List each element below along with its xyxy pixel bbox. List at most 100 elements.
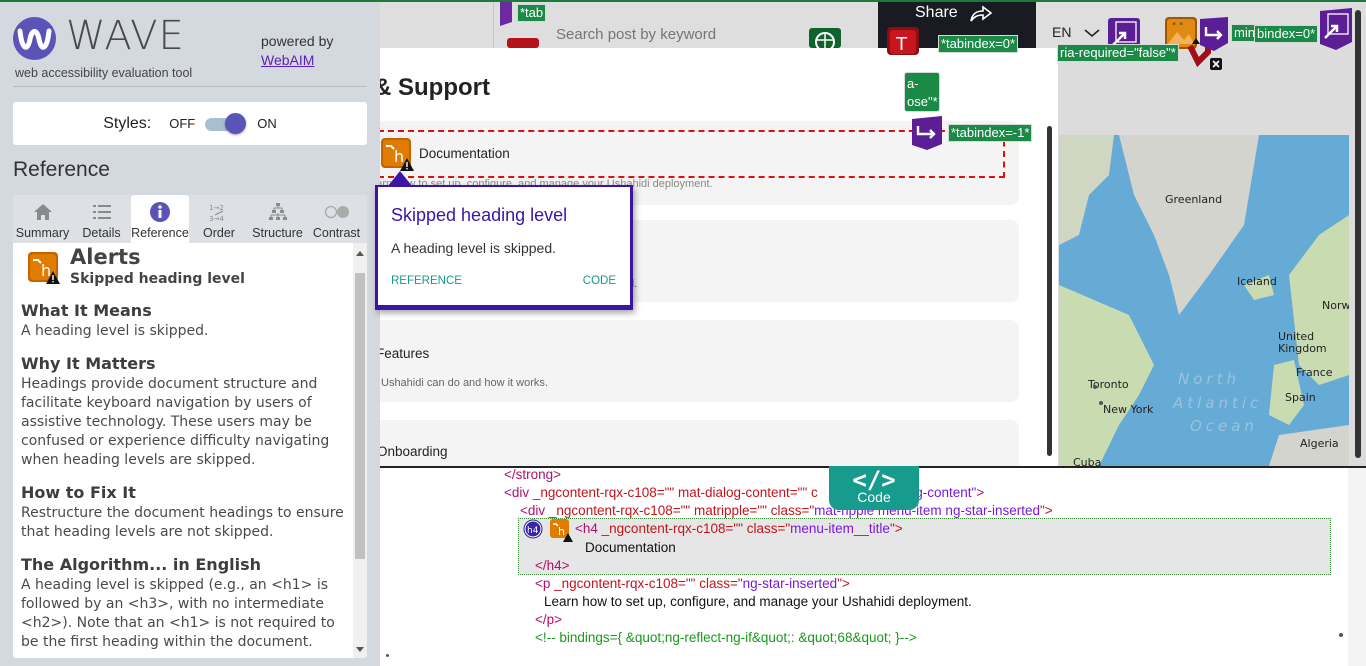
code-line: </p> xyxy=(535,612,563,627)
tabindex-label: bindex=0* xyxy=(1254,25,1319,43)
code-value: ng-star-inserted xyxy=(742,576,838,591)
wave-sidebar: WAVE web accessibility evaluation tool p… xyxy=(0,2,380,666)
code-line: Documentation xyxy=(585,540,676,555)
styles-on-label: ON xyxy=(257,116,277,131)
toggle-knob[interactable] xyxy=(225,112,247,134)
tabindex-label: *tab xyxy=(517,4,547,22)
map-ocean-label: North xyxy=(1178,370,1240,388)
code-line: <h4 _ngcontent-rqx-c108="" class="menu-i… xyxy=(575,520,903,538)
menu-item-features[interactable]: Features Ushahidi can do and how it work… xyxy=(380,320,1019,402)
styles-toggle[interactable] xyxy=(205,112,247,134)
aria-label-part: ose"* xyxy=(907,94,938,109)
tabindex-badge-icon[interactable] xyxy=(500,2,512,26)
tab-summary[interactable]: Summary xyxy=(13,195,72,243)
code-line: Learn how to set up, configure, and mana… xyxy=(544,594,972,609)
section-title: How to Fix It xyxy=(21,483,136,502)
map-ocean-label: Atlantic xyxy=(1173,394,1263,412)
code-tag: > xyxy=(976,485,985,500)
code-scrollbar[interactable] xyxy=(1348,468,1366,666)
brand-subtitle: web accessibility evaluation tool xyxy=(15,66,193,80)
webaim-link[interactable]: WebAIM xyxy=(261,51,333,70)
share-label: Share xyxy=(915,4,958,21)
powered-by-text: powered by xyxy=(261,33,334,49)
language-selector[interactable]: EN xyxy=(1052,24,1071,40)
aria-label-part: a- xyxy=(907,76,919,91)
scroll-down-icon[interactable] xyxy=(356,647,364,652)
code-tag: "> xyxy=(837,576,850,591)
skipped-heading-alert-icon[interactable]: h xyxy=(549,518,573,542)
code-tag: <p xyxy=(535,576,551,591)
page-scrollbar[interactable] xyxy=(1355,10,1361,458)
dialog-scrollbar[interactable] xyxy=(1047,126,1052,456)
tab-order[interactable]: 1→2 3→4 Order xyxy=(189,195,249,243)
section-text: Restructure the document headings to ens… xyxy=(21,505,344,540)
error-badge-icon[interactable]: T xyxy=(883,27,923,55)
menu-item-onboarding[interactable]: Onboarding xyxy=(380,420,1019,466)
aria-label-chip: a- ose"* xyxy=(904,72,940,112)
skip-link-feature-icon[interactable] xyxy=(1199,17,1229,51)
tab-label: Reference xyxy=(131,226,189,240)
code-tag: <div xyxy=(520,503,546,518)
home-icon xyxy=(33,200,53,224)
map-label-new-york: New York xyxy=(1103,403,1154,416)
section-title: Why It Matters xyxy=(21,354,156,373)
scroll-up-icon[interactable] xyxy=(356,251,364,256)
map-label-algeria: Algeria xyxy=(1300,437,1339,450)
skipped-heading-alert-icon[interactable]: h xyxy=(380,137,416,173)
svg-text:h4: h4 xyxy=(527,526,539,536)
scrollbar-thumb[interactable] xyxy=(355,273,365,559)
tab-contrast[interactable]: Contrast xyxy=(306,195,367,243)
wave-extension-view: WAVE web accessibility evaluation tool p… xyxy=(0,0,1366,666)
map-label-iceland: Iceland xyxy=(1237,275,1277,288)
tab-label: Order xyxy=(203,226,235,240)
link-feature-icon[interactable] xyxy=(1319,8,1353,50)
contrast-icon xyxy=(324,200,350,224)
map-label-greenland: Greenland xyxy=(1165,193,1223,206)
svg-text:" ": " " xyxy=(1172,22,1183,32)
code-attr: _ngcontent-rqx-c108="" mat-dialog-conten… xyxy=(529,485,818,500)
map-label-norway: Norwa xyxy=(1322,299,1349,312)
h4-structure-icon[interactable]: h4 xyxy=(523,519,543,539)
skipped-heading-alert-icon: h xyxy=(27,251,60,284)
svg-text:T: T xyxy=(895,34,908,55)
map-label-uk: United Kingdom xyxy=(1278,330,1327,355)
code-toggle-button[interactable]: </> Code xyxy=(829,466,919,510)
popup-code-link[interactable]: CODE xyxy=(583,275,616,287)
map-view[interactable]: Greenland Iceland Norwa United Kingdom F… xyxy=(1059,135,1349,466)
code-line: <!-- bindings={ &quot;ng-reflect-ng-if&q… xyxy=(535,630,917,645)
skip-link-feature-icon[interactable] xyxy=(910,116,944,150)
code-attr: _ngcontent-rqx-c108="" matripple="" clas… xyxy=(545,503,815,518)
dialog-title: & Support xyxy=(380,74,490,101)
styles-toggle-panel: Styles: OFF ON xyxy=(13,102,367,145)
map-label-france: France xyxy=(1296,366,1333,379)
search-input[interactable] xyxy=(556,20,806,48)
section-how-to-fix: How to Fix It Restructure the document h… xyxy=(21,483,351,542)
section-algorithm: The Algorithm... in English A heading le… xyxy=(21,555,351,652)
code-attr: _ngcontent-rqx-c108="" class=" xyxy=(597,521,791,536)
menu-item-title: Onboarding xyxy=(380,444,448,459)
section-text: A heading level is skipped. xyxy=(21,323,209,339)
brand-title: WAVE xyxy=(66,13,185,59)
reference-scrollbar[interactable] xyxy=(353,243,367,658)
tabindex-label: *tabindex=-1* xyxy=(948,124,1033,142)
map-label-spain: Spain xyxy=(1285,391,1316,404)
map-ocean-label: Ocean xyxy=(1190,417,1258,435)
code-tag: "> xyxy=(1039,503,1053,518)
contrast-error-icon[interactable] xyxy=(507,38,539,48)
share-icon xyxy=(970,5,992,22)
section-what-it-means: What It Means A heading level is skipped… xyxy=(21,301,351,341)
popup-reference-link[interactable]: REFERENCE xyxy=(391,275,462,287)
tab-label: Contrast xyxy=(312,226,361,240)
code-tag: <div xyxy=(504,485,530,500)
tab-structure[interactable]: Structure xyxy=(249,195,306,243)
tab-reference[interactable]: Reference xyxy=(131,195,189,243)
resize-dot xyxy=(1339,633,1343,637)
styles-off-label: OFF xyxy=(169,116,196,131)
globe-feature-icon[interactable] xyxy=(809,28,841,48)
code-line: </h4> xyxy=(535,558,570,573)
alert-item-title: Skipped heading level xyxy=(70,271,245,287)
alert-popup: Skipped heading level A heading level is… xyxy=(375,185,633,310)
chevron-down-icon[interactable] xyxy=(1083,28,1101,38)
svg-text:h: h xyxy=(41,261,51,280)
tab-details[interactable]: Details xyxy=(72,195,131,243)
